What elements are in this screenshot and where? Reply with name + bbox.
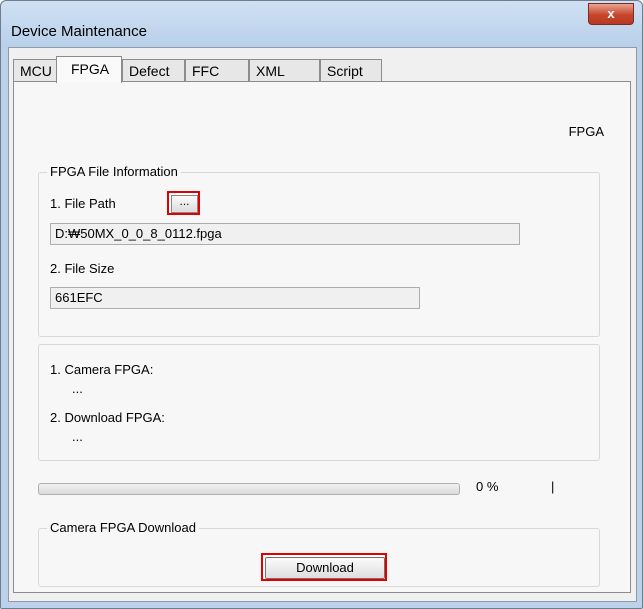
file-path-field[interactable]: D:₩50MX_0_0_8_0112.fpga xyxy=(50,223,520,245)
dialog-client-area: MCU FPGA Defect FFC XML Script FPGA FPGA… xyxy=(8,47,637,602)
fpga-version-group: 1. Camera FPGA: ... 2. Download FPGA: ..… xyxy=(38,344,600,461)
download-fpga-label: 2. Download FPGA: xyxy=(50,410,165,425)
file-size-field[interactable]: 661EFC xyxy=(50,287,420,309)
fpga-file-information-group: FPGA File Information 1. File Path ... D… xyxy=(38,164,600,337)
download-fpga-value: ... xyxy=(72,429,83,444)
tab-xml[interactable]: XML xyxy=(249,59,320,81)
file-info-legend: FPGA File Information xyxy=(47,164,181,179)
window-title: Device Maintenance xyxy=(11,23,147,40)
device-maintenance-window: Device Maintenance x MCU FPGA Defect FFC… xyxy=(0,0,643,609)
file-path-label: 1. File Path xyxy=(50,196,116,211)
camera-fpga-download-group: Camera FPGA Download Download xyxy=(38,520,600,587)
section-label: FPGA xyxy=(568,124,604,139)
download-group-legend: Camera FPGA Download xyxy=(47,520,199,535)
camera-fpga-label: 1. Camera FPGA: xyxy=(50,362,154,377)
tab-defect[interactable]: Defect xyxy=(122,59,185,81)
browse-button-label: ... xyxy=(171,195,198,213)
close-icon[interactable]: x xyxy=(588,3,634,25)
tab-ffc[interactable]: FFC xyxy=(185,59,249,81)
title-bar: Device Maintenance x xyxy=(1,1,642,47)
progress-percent: 0 % xyxy=(476,479,499,494)
fpga-tab-panel: FPGA FPGA File Information 1. File Path … xyxy=(13,81,631,593)
browse-button[interactable]: ... xyxy=(167,191,200,215)
tab-fpga[interactable]: FPGA xyxy=(56,56,122,83)
file-size-label: 2. File Size xyxy=(50,261,115,276)
tab-script[interactable]: Script xyxy=(320,59,382,81)
tab-mcu[interactable]: MCU xyxy=(13,59,57,81)
camera-fpga-value: ... xyxy=(72,381,83,396)
download-button[interactable]: Download xyxy=(261,553,387,581)
download-progress-bar xyxy=(38,483,460,495)
progress-indicator: | xyxy=(551,479,555,494)
download-button-label: Download xyxy=(265,557,385,579)
